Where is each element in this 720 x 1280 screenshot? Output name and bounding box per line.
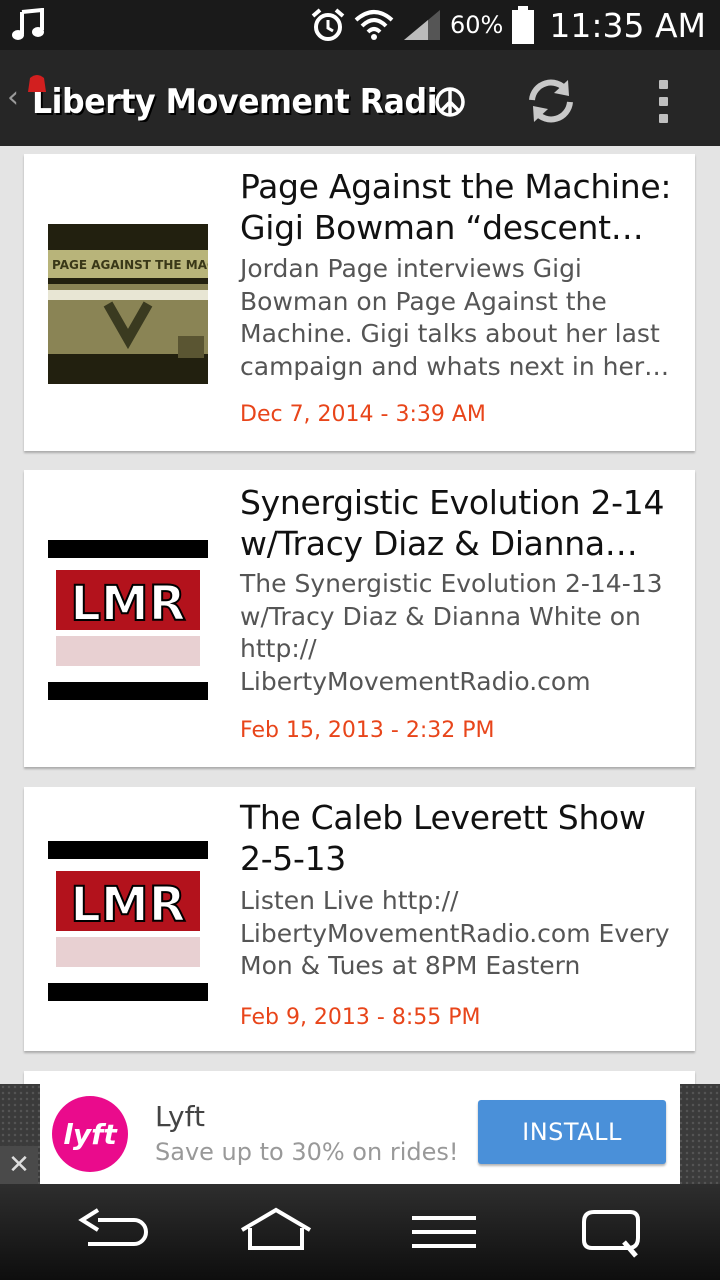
back-icon[interactable] <box>68 1202 148 1262</box>
episode-description: Listen Live http:// LibertyMovementRadio… <box>240 886 670 980</box>
episode-title: The Caleb Leverett Show 2-5-13 <box>240 798 646 878</box>
home-icon[interactable] <box>236 1202 316 1262</box>
episode-date: Dec 7, 2014 - 3:39 AM <box>240 402 486 427</box>
alarm-icon <box>311 8 345 41</box>
episode-date: Feb 9, 2013 - 8:55 PM <box>240 1005 481 1030</box>
episode-description: Jordan Page interviews Gigi Bowman on Pa… <box>240 254 670 381</box>
feed-item[interactable] <box>24 1071 695 1084</box>
feed-item[interactable]: LMR The Caleb Leverett Show 2-5-13 Liste… <box>24 787 695 1051</box>
app-title[interactable]: Liberty Movement Radio <box>32 82 459 122</box>
battery-icon <box>512 6 535 44</box>
episode-description: The Synergistic Evolution 2-14-13 w/Trac… <box>240 569 663 696</box>
episode-title: Synergistic Evolution 2-14 w/Tracy Diaz … <box>240 483 665 563</box>
episode-thumbnail: LMR <box>48 841 208 1001</box>
signal-icon <box>404 10 441 40</box>
install-button[interactable]: INSTALL <box>478 1100 666 1164</box>
ad-close-button[interactable]: ✕ <box>0 1146 38 1184</box>
overflow-menu-icon[interactable] <box>650 76 676 126</box>
peace-icon <box>435 87 465 117</box>
thumb-caption: LMR <box>70 576 185 632</box>
battery-percent: 60% <box>450 11 504 39</box>
ad-banner: lyft Lyft Save up to 30% on rides! INSTA… <box>0 1084 720 1184</box>
episode-thumbnail: PAGE AGAINST THE MACHINE <box>48 224 208 384</box>
wifi-icon <box>354 10 394 40</box>
refresh-icon[interactable] <box>522 76 580 126</box>
music-icon <box>12 8 44 40</box>
app-title-text: Liberty Movement Radio <box>32 82 459 122</box>
app-bar: ‹ Liberty Movement Radio <box>0 50 720 146</box>
logo-hat-icon <box>28 75 46 92</box>
episode-title: Page Against the Machine: Gigi Bowman “d… <box>240 167 672 247</box>
thumb-caption: LMR <box>70 877 185 933</box>
ad-brand-name: Lyft <box>155 1100 205 1133</box>
episode-date: Feb 15, 2013 - 2:32 PM <box>240 718 495 743</box>
chevron-left-icon[interactable]: ‹ <box>7 80 19 115</box>
ad-tagline: Save up to 30% on rides! <box>155 1138 459 1166</box>
episode-thumbnail: LMR <box>48 540 208 700</box>
menu-icon[interactable] <box>404 1202 484 1262</box>
thumb-caption: PAGE AGAINST THE MACHINE <box>52 258 208 272</box>
clock: 11:35 AM <box>549 5 706 45</box>
lyft-logo-icon: lyft <box>52 1096 128 1172</box>
status-bar: 60% 11:35 AM <box>0 0 720 50</box>
ad-content[interactable]: lyft Lyft Save up to 30% on rides! INSTA… <box>40 1084 680 1184</box>
feed-item[interactable]: LMR Synergistic Evolution 2-14 w/Tracy D… <box>24 470 695 767</box>
recent-apps-icon[interactable] <box>572 1202 652 1262</box>
feed-item[interactable]: PAGE AGAINST THE MACHINE Page Against th… <box>24 154 695 451</box>
system-nav-bar <box>0 1184 720 1280</box>
feed-list[interactable]: PAGE AGAINST THE MACHINE Page Against th… <box>0 146 720 1084</box>
